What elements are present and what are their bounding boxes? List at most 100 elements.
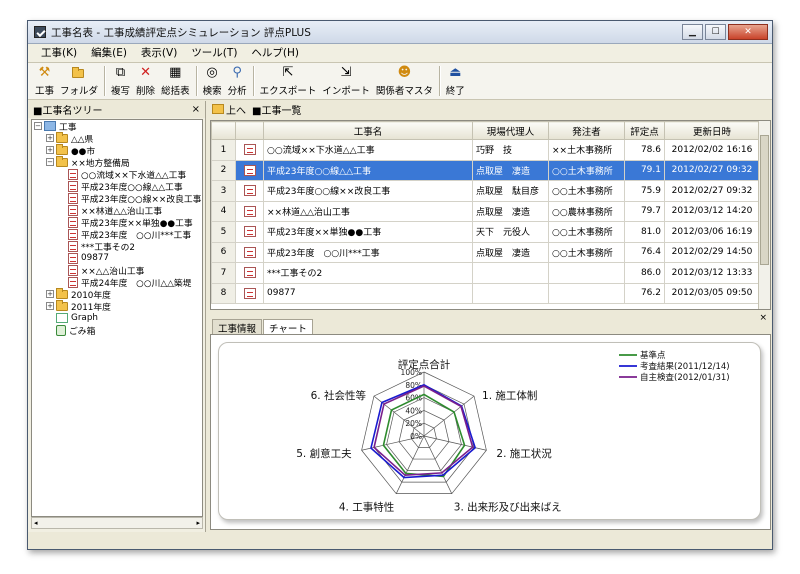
copy-button[interactable]: ⧉ 複写: [108, 65, 133, 97]
tree-leaf[interactable]: ○○流域××下水道△△工事: [32, 168, 202, 181]
col-header-icon[interactable]: [235, 121, 264, 140]
document-icon: [243, 226, 256, 238]
folder-button[interactable]: フォルダ: [57, 65, 101, 97]
table-row[interactable]: 8 09877 76.2 2012/03/05 09:50: [211, 282, 760, 304]
expand-icon[interactable]: +: [46, 290, 54, 298]
folder-icon: [56, 143, 68, 155]
summary-button[interactable]: ▦ 総括表: [158, 65, 193, 97]
tree-leaf[interactable]: Graph: [32, 312, 202, 324]
tab-chart[interactable]: チャート: [263, 319, 313, 335]
up-button[interactable]: 上へ: [212, 102, 246, 117]
menu-view[interactable]: 表示(V): [134, 44, 184, 63]
scroll-right-icon[interactable]: ▸: [196, 519, 200, 527]
menu-tools[interactable]: ツール(T): [184, 44, 244, 63]
table-row-selected[interactable]: 2 平成23年度○○線△△工事 点取屋 凄造 ○○土木事務所 79.1 2012…: [211, 159, 760, 181]
col-header-updated[interactable]: 更新日時: [664, 121, 760, 140]
tree-leaf[interactable]: 平成23年度○○線△△工事: [32, 180, 202, 193]
close-icon[interactable]: ✕: [728, 24, 768, 40]
maximize-icon[interactable]: ☐: [705, 24, 726, 40]
toolbar-separator: [104, 66, 106, 96]
table-row[interactable]: 7 ***工事その2 86.0 2012/03/12 13:33: [211, 262, 760, 284]
tree-node[interactable]: + 2011年度: [32, 299, 202, 313]
menu-help[interactable]: ヘルプ(H): [244, 44, 306, 63]
col-header-score[interactable]: 評定点: [624, 121, 665, 140]
radar-spoke: [423, 435, 453, 494]
tab-project-info[interactable]: 工事情報: [212, 319, 263, 335]
tree-leaf[interactable]: 平成23年度××単独●●工事: [32, 216, 202, 229]
search-button[interactable]: ◎ 検索: [200, 65, 225, 97]
table-row[interactable]: 3 平成23年度○○線××改良工事 点取屋 駄目彦 ○○土木事務所 75.9 2…: [211, 180, 760, 202]
document-icon: [68, 192, 78, 204]
collapse-icon[interactable]: −: [34, 122, 42, 130]
tree-leaf[interactable]: 平成23年度○○線××改良工事: [32, 192, 202, 205]
collapse-icon[interactable]: −: [46, 158, 54, 166]
bottom-panel-close-icon[interactable]: ×: [759, 313, 767, 327]
menu-edit[interactable]: 編集(E): [84, 44, 134, 63]
document-icon: [243, 287, 256, 299]
koji-button[interactable]: ⚒ 工事: [32, 65, 57, 97]
minimize-icon[interactable]: ▁: [682, 24, 703, 40]
tree-node[interactable]: + 2010年度: [32, 287, 202, 301]
tree-leaf[interactable]: 平成23年度 ○○川***工事: [32, 228, 202, 241]
document-icon: [68, 276, 78, 288]
tree-leaf[interactable]: ××林道△△治山工事: [32, 204, 202, 217]
tree-pane: ■工事名ツリー × − 工事 + △△県 + ●●市 − ××地方整備局 ○○流…: [28, 101, 206, 532]
tree-node[interactable]: + ●●市: [32, 143, 202, 157]
document-icon: [68, 228, 78, 240]
scroll-thumb[interactable]: [760, 135, 769, 265]
col-header-client[interactable]: 発注者: [548, 121, 625, 140]
delete-button[interactable]: ✕ 削除: [133, 65, 158, 97]
copy-icon: ⧉: [115, 65, 126, 80]
tree-leaf[interactable]: ××△△治山工事: [32, 264, 202, 277]
export-button[interactable]: ⇱ エクスポート: [257, 65, 320, 97]
tree-node[interactable]: − ××地方整備局: [32, 155, 202, 169]
person-icon: ☻: [397, 65, 412, 80]
tree-leaf[interactable]: ごみ箱: [32, 324, 202, 337]
tree-node[interactable]: + △△県: [32, 131, 202, 145]
radar-spoke: [395, 435, 425, 494]
radar-axis-label: 6. 社会性等: [311, 389, 367, 402]
col-header-name[interactable]: 工事名: [263, 121, 473, 140]
analyze-button[interactable]: ⚲ 分析: [225, 65, 250, 97]
scroll-left-icon[interactable]: ◂: [34, 519, 38, 527]
folder-up-icon: [212, 104, 224, 114]
legend-label: 基準点: [640, 350, 666, 361]
radar-axis-label: 3. 出来形及び出来ばえ: [454, 501, 562, 514]
persons-master-button[interactable]: ☻ 関係者マスタ: [373, 65, 436, 97]
radar-tick-label: 20%: [405, 419, 422, 428]
bottom-tabs: 工事情報 チャート: [212, 319, 314, 335]
document-icon: [243, 185, 256, 197]
list-pane: 上へ ■工事一覧 工事名 現場代理人 発注者 評定点 更新日時 1 ○○流域××…: [208, 101, 772, 532]
project-tree[interactable]: − 工事 + △△県 + ●●市 − ××地方整備局 ○○流域××下水道△△工事…: [31, 119, 203, 517]
import-button[interactable]: ⇲ インポート: [319, 65, 373, 97]
expand-icon[interactable]: +: [46, 134, 54, 142]
legend-label: 自主検査(2012/01/31): [640, 372, 730, 383]
tree-leaf[interactable]: ***工事その2: [32, 240, 202, 253]
table-row[interactable]: 1 ○○流域××下水道△△工事 巧野 技 ××土木事務所 78.6 2012/0…: [211, 139, 760, 161]
expand-icon[interactable]: +: [46, 146, 54, 154]
tree-horizontal-scrollbar[interactable]: ◂ ▸: [31, 517, 203, 529]
table-row[interactable]: 5 平成23年度××単独●●工事 天下 元役人 ○○土木事務所 81.0 201…: [211, 221, 760, 243]
magnifier-icon: ⚲: [232, 65, 242, 80]
document-icon: [243, 164, 256, 176]
radar-axis-label: 1. 施工体制: [482, 389, 537, 402]
table-row[interactable]: 6 平成23年度 ○○川***工事 点取屋 凄造 ○○土木事務所 76.4 20…: [211, 241, 760, 263]
folder-icon: [56, 287, 68, 299]
tree-leaf[interactable]: 平成24年度 ○○川△△築堤: [32, 276, 202, 289]
tree-pane-close-icon[interactable]: ×: [192, 104, 200, 115]
graph-icon: [56, 313, 68, 323]
expand-icon[interactable]: +: [46, 302, 54, 310]
table-vertical-scrollbar[interactable]: [758, 121, 770, 309]
col-header-agent[interactable]: 現場代理人: [472, 121, 549, 140]
toolbar-separator: [438, 66, 440, 96]
menu-koji[interactable]: 工事(K): [34, 44, 84, 63]
main-window: 工事名表 - 工事成績評定点シミュレーション 評点PLUS ▁ ☐ ✕ 工事(K…: [27, 20, 773, 550]
col-header-number[interactable]: [211, 121, 236, 140]
tree-node-root[interactable]: − 工事: [32, 120, 202, 133]
tree-leaf[interactable]: 09877: [32, 252, 202, 264]
table-row[interactable]: 4 ××林道△△治山工事 点取屋 凄造 ○○農林事務所 79.7 2012/03…: [211, 200, 760, 222]
tree-pane-title: ■工事名ツリー: [33, 106, 103, 117]
exit-button[interactable]: ⏏ 終了: [443, 65, 468, 97]
toolbar-separator: [252, 66, 254, 96]
radar-tick-label: 60%: [405, 394, 422, 403]
